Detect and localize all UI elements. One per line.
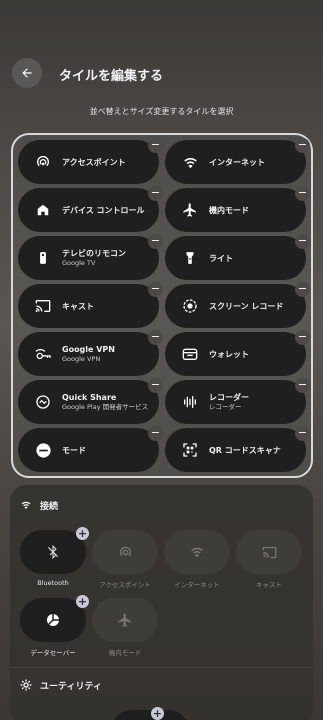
tile-sublabel: Google VPN (62, 355, 101, 363)
tile-label: Quick Share (62, 393, 117, 402)
remove-tile-button[interactable]: − (295, 282, 310, 297)
qr-scanner-icon (181, 441, 199, 459)
tile-device-controls[interactable]: デバイス コントロール − (18, 186, 163, 232)
tile-sublabel: Google TV (62, 259, 96, 267)
section-label: 接続 (40, 501, 59, 512)
available-tile-label: アクセスポイント (99, 581, 151, 589)
tile-cast[interactable]: キャスト − (18, 282, 163, 328)
tile-label: レコーダー (209, 393, 249, 402)
bluetooth-off-icon (47, 544, 59, 560)
recorder-icon (181, 393, 199, 411)
available-tile-cast[interactable] (236, 530, 302, 574)
add-tile-button[interactable]: + (76, 595, 89, 608)
available-tile-airplane-mode[interactable] (92, 598, 158, 642)
available-tile-label: データセーバー (30, 649, 76, 657)
available-tile-label: キャスト (256, 581, 282, 589)
hotspot-icon (34, 153, 52, 171)
header: タイルを編集する (12, 58, 311, 90)
tile-sublabel: レコーダー (209, 403, 242, 411)
airplane-icon (181, 201, 199, 219)
section-utility: ユーティリティ (20, 677, 102, 693)
screen-record-icon (181, 297, 199, 315)
tile-label: スクリーン レコード (209, 301, 284, 311)
flashlight-icon (181, 249, 199, 267)
available-tile-data-saver[interactable]: + (20, 595, 89, 642)
remove-tile-button[interactable]: − (295, 138, 310, 153)
remove-tile-button[interactable]: − (295, 234, 310, 249)
tile-label: Google VPN (62, 345, 115, 354)
arrow-back-icon (22, 68, 32, 78)
wifi-icon (21, 501, 31, 509)
tile-hotspot[interactable]: アクセスポイント − (18, 138, 163, 184)
section-divider (10, 667, 313, 668)
tile-screen-record[interactable]: スクリーン レコード − (165, 282, 310, 328)
available-tile-label: 機内モード (108, 649, 142, 657)
wifi-icon (191, 547, 203, 558)
available-tile-hotspot[interactable] (92, 530, 158, 574)
gear-icon (20, 679, 32, 691)
tile-mode[interactable]: モード − (18, 426, 163, 472)
remove-tile-button[interactable]: − (295, 330, 310, 345)
airplane-icon (118, 613, 131, 627)
remove-tile-button[interactable]: − (295, 378, 310, 393)
vpn-key-icon (34, 345, 52, 363)
home-icon (34, 201, 52, 219)
remove-tile-button[interactable]: − (148, 234, 163, 249)
back-button[interactable] (12, 58, 42, 88)
tile-label: 機内モード (209, 205, 249, 215)
dnd-mode-icon (34, 441, 52, 459)
section-connection: 接続 (20, 497, 58, 513)
tile-sublabel: Google Play 開発者サービス (62, 403, 149, 411)
add-tile-button[interactable]: + (151, 707, 164, 720)
tile-label: キャスト (62, 301, 94, 311)
wifi-icon (181, 153, 199, 171)
available-tile-internet[interactable] (164, 530, 230, 574)
tile-label: ライト (209, 253, 233, 263)
tile-label: ウォレット (209, 349, 249, 359)
tile-tv-remote[interactable]: テレビのリモコン Google TV − (18, 234, 163, 280)
add-tile-button[interactable]: + (76, 527, 89, 540)
tile-label: QR コードスキャナ (209, 445, 281, 455)
remove-tile-button[interactable]: − (148, 282, 163, 297)
tile-google-vpn[interactable]: Google VPN Google VPN − (18, 330, 163, 376)
tile-label: インターネット (209, 157, 265, 167)
tile-airplane-mode[interactable]: 機内モード − (165, 186, 310, 232)
tile-qr-scanner[interactable]: QR コードスキャナ − (165, 426, 310, 472)
page-title: タイルを編集する (59, 69, 164, 84)
cast-icon (262, 546, 276, 558)
data-saver-icon (47, 614, 59, 626)
remove-tile-button[interactable]: − (148, 138, 163, 153)
available-tile-partial[interactable]: + (110, 707, 190, 720)
hotspot-icon (119, 546, 131, 556)
remove-tile-button[interactable]: − (148, 330, 163, 345)
section-label: ユーティリティ (40, 681, 102, 692)
remote-icon (34, 249, 52, 267)
tile-quick-share[interactable]: Quick Share Google Play 開発者サービス − (18, 378, 163, 424)
available-tile-label: Bluetooth (37, 579, 69, 587)
tile-recorder[interactable]: レコーダー レコーダー − (165, 378, 310, 424)
remove-tile-button[interactable]: − (295, 426, 310, 441)
wallet-icon (181, 345, 199, 363)
tile-internet[interactable]: インターネット − (165, 138, 310, 184)
remove-tile-button[interactable]: − (148, 186, 163, 201)
tile-label: アクセスポイント (62, 157, 126, 167)
remove-tile-button[interactable]: − (295, 186, 310, 201)
cast-icon (34, 297, 52, 315)
tile-label: モード (62, 445, 86, 455)
page-subtitle: 並べ替えとサイズ変更するタイルを選択 (89, 107, 234, 116)
active-tiles-panel: アクセスポイント − インターネット − デバイス コントロール − 機内モード… (11, 133, 313, 478)
tile-wallet[interactable]: ウォレット − (165, 330, 310, 376)
remove-tile-button[interactable]: − (148, 378, 163, 393)
available-tile-bluetooth[interactable]: + (20, 527, 89, 574)
remove-tile-button[interactable]: − (148, 426, 163, 441)
available-tiles-panel: 接続 + Bluetooth アクセスポイント インターネット キャスト + デ… (10, 485, 313, 720)
available-tile-label: インターネット (174, 581, 220, 589)
tile-label: テレビのリモコン (62, 249, 126, 258)
tile-flashlight[interactable]: ライト − (165, 234, 310, 280)
tile-label: デバイス コントロール (62, 205, 145, 215)
quick-share-icon (34, 393, 52, 411)
